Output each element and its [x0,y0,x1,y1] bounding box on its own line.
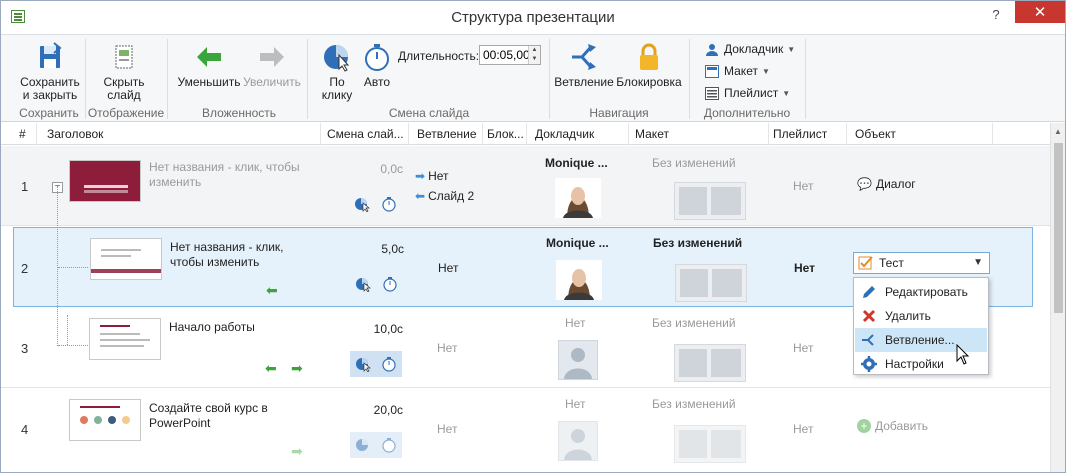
add-object-button[interactable]: + Добавить [857,419,928,433]
on-click-button[interactable]: По клику [315,41,359,102]
presenter-placeholder-icon[interactable] [558,340,598,380]
click-icon[interactable] [355,276,371,293]
header-object[interactable]: Объект [847,123,993,145]
presenter-photo[interactable] [556,260,602,300]
close-button[interactable]: ✕ [1015,1,1065,23]
menu-item-edit[interactable]: Редактировать [855,280,987,304]
header-slide-change[interactable]: Смена слай... [321,123,409,145]
plus-icon: + [857,419,871,433]
ribbon: Сохранить и закрыть Сохранить Скрыть сла… [1,34,1065,122]
slide-thumbnail[interactable] [89,318,161,360]
mouse-cursor-icon [956,343,970,366]
header-branching[interactable]: Ветвление [409,123,483,145]
branch-prev[interactable]: ⬅ Слайд 2 [415,189,474,203]
duration-label: Длительность: [398,49,480,63]
group-label-extra: Дополнительно [703,106,791,120]
group-label-display: Отображение [87,106,165,120]
menu-item-delete[interactable]: Удалить [855,304,987,328]
stopwatch-icon[interactable] [376,351,402,377]
click-icon[interactable] [350,432,376,458]
table-row[interactable]: 4 Создайте свой курс в PowerPoint ➡ 20,0… [1,389,1050,472]
layout-icon [705,64,719,78]
presenter-photo[interactable] [555,178,601,218]
arrow-right-icon: ➡ [415,169,426,183]
arrow-right-icon [256,41,288,73]
branching-icon [861,332,877,348]
auto-button[interactable]: Авто [359,41,395,89]
arrow-right-icon[interactable]: ➡ [291,360,303,377]
layout-thumbnail[interactable] [674,344,746,382]
person-icon [705,43,719,56]
arrow-left-icon: ⬅ [415,189,426,203]
group-label-nesting: Вложенность [201,106,277,120]
chevron-down-icon: ▼ [761,66,770,76]
click-icon [321,41,353,73]
chevron-down-icon: ▼ [782,88,791,98]
object-dialog[interactable]: 💬 Диалог [857,177,916,191]
decrease-nesting-button[interactable]: Уменьшить [177,41,241,89]
structure-window: Структура презентации ? ✕ Сохранить и за… [0,0,1066,473]
group-label-save: Сохранить [19,106,79,120]
slide-thumbnail[interactable] [90,238,162,280]
chevron-down-icon: ▼ [787,44,796,54]
arrow-left-icon[interactable]: ⬅ [266,282,278,299]
click-icon[interactable] [350,351,376,377]
table-row[interactable]: 1 Нет названия - клик, чтобы изменить − … [1,146,1050,226]
stopwatch-icon[interactable] [376,432,402,458]
header-number[interactable]: # [1,123,37,145]
playlist-dropdown[interactable]: Плейлист ▼ [705,86,790,100]
presenter-placeholder-icon[interactable] [558,421,598,461]
lock-button[interactable]: Блокировка [615,41,683,89]
stopwatch-icon[interactable] [381,196,397,212]
grid-header: # Заголовок Смена слай... Ветвление Блок… [1,123,1050,145]
group-label-navigation: Навигация [589,106,649,120]
header-layout[interactable]: Макет [629,123,769,145]
hide-slide-button[interactable]: Скрыть слайд [93,41,155,102]
chevron-down-icon: ▼ [973,257,983,268]
layout-dropdown[interactable]: Макет ▼ [705,64,770,78]
arrow-left-icon [193,41,225,73]
layout-thumbnail[interactable] [674,182,746,220]
slide-thumbnail[interactable] [69,399,141,441]
save-icon [34,41,66,73]
stopwatch-icon [361,41,393,73]
presenter-dropdown[interactable]: Докладчик ▼ [705,42,795,56]
scroll-up-icon[interactable]: ▲ [1054,127,1062,136]
duration-spinner[interactable]: ▲ ▼ [528,46,540,64]
click-icon[interactable] [354,196,370,213]
lock-icon [633,41,665,73]
branching-button[interactable]: Ветвление [553,41,615,89]
branch-next[interactable]: ➡ Нет [415,169,449,183]
header-title[interactable]: Заголовок [37,123,321,145]
title-bar: Структура презентации ? ✕ [1,1,1065,34]
header-playlist[interactable]: Плейлист [769,123,847,145]
vertical-scrollbar[interactable]: ▲ [1050,123,1065,472]
arrow-right-icon[interactable]: ➡ [291,443,303,460]
save-and-close-button[interactable]: Сохранить и закрыть [19,41,81,102]
group-label-slide-change: Смена слайда [388,106,470,120]
header-presenter[interactable]: Докладчик [527,123,629,145]
delete-icon [861,308,877,324]
stopwatch-icon[interactable] [382,276,398,292]
scrollbar-thumb[interactable] [1054,143,1063,313]
object-select[interactable]: Тест ▼ [853,252,990,274]
help-button[interactable]: ? [983,1,1009,27]
app-icon [11,10,25,23]
layout-thumbnail[interactable] [675,264,747,302]
playlist-icon [705,86,719,100]
gear-icon [861,356,877,372]
arrow-left-icon[interactable]: ⬅ [265,360,277,377]
branching-icon [568,41,600,73]
slide-thumbnail[interactable] [69,160,141,202]
quiz-icon [858,255,874,271]
increase-nesting-button[interactable]: Увеличить [241,41,303,89]
layout-thumbnail[interactable] [674,425,746,463]
pencil-icon [861,284,877,300]
header-lock[interactable]: Блок... [483,123,527,145]
dialog-icon: 💬 [857,177,872,191]
hide-slide-icon [108,41,140,73]
window-title: Структура презентации [451,9,615,26]
